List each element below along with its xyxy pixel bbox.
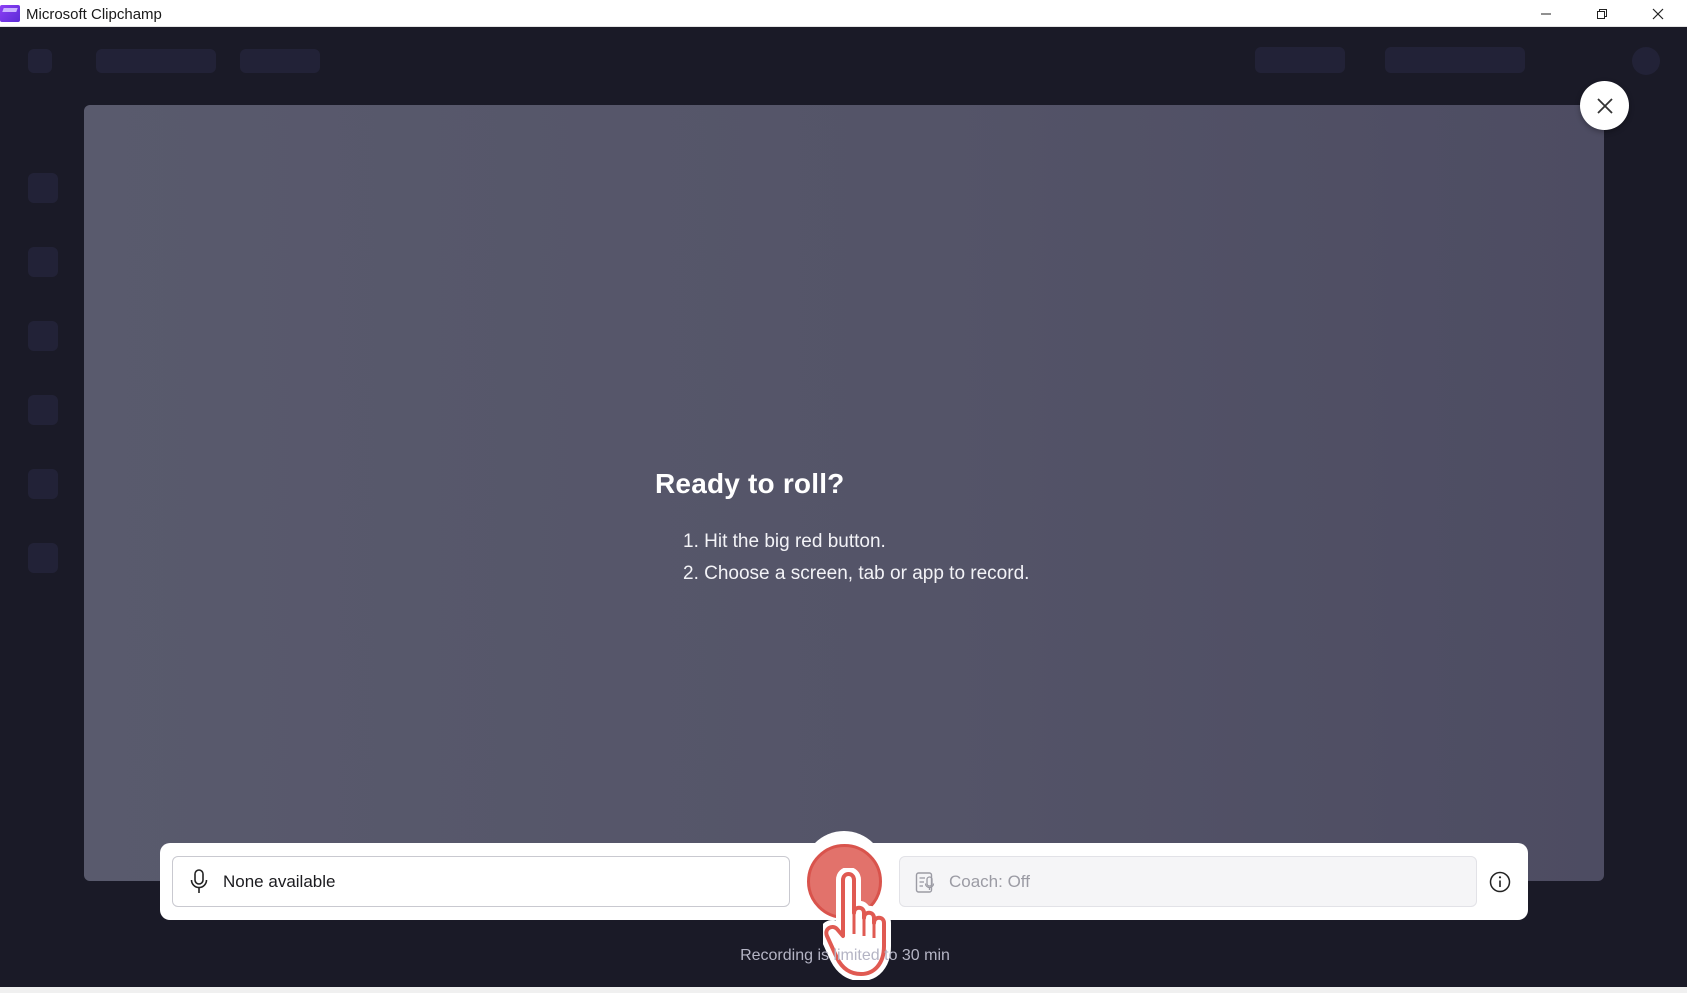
clipchamp-app-icon — [0, 5, 20, 22]
speaker-coach-icon — [914, 868, 938, 896]
ready-heading: Ready to roll? — [655, 468, 845, 499]
instruction-step: 1. Hit the big red button. — [683, 531, 886, 552]
microphone-select[interactable]: None available — [172, 856, 790, 907]
project-title-placeholder — [96, 49, 216, 73]
window-title: Microsoft Clipchamp — [26, 6, 162, 23]
avatar — [1632, 47, 1660, 75]
menu-icon — [28, 49, 52, 73]
close-recorder-button[interactable] — [1580, 81, 1629, 130]
restore-button[interactable] — [1574, 0, 1630, 27]
instruction-step: 2. Choose a screen, tab or app to record… — [683, 563, 1030, 584]
clipchamp-window: Microsoft Clipchamp Ready to roll? 1. Hi… — [0, 0, 1687, 993]
close-icon — [1652, 8, 1664, 19]
close-icon — [1596, 97, 1613, 114]
microphone-value: None available — [223, 871, 336, 891]
microphone-icon — [187, 868, 211, 896]
toolbar-placeholder — [240, 49, 320, 73]
sidebar-icon-placeholder — [28, 321, 58, 351]
sidebar-icon-placeholder — [28, 543, 58, 573]
instructions-panel: Ready to roll? 1. Hit the big red button… — [655, 468, 1029, 584]
speaker-coach-toggle[interactable]: Coach: Off — [899, 856, 1477, 907]
sidebar-icon-placeholder — [28, 247, 58, 277]
restore-icon — [1597, 8, 1607, 19]
sidebar-icon-placeholder — [28, 173, 58, 203]
upgrade-button-placeholder — [1255, 47, 1345, 73]
sidebar-icon-placeholder — [28, 395, 58, 425]
minimize-button[interactable] — [1518, 0, 1574, 27]
export-button-placeholder — [1385, 47, 1525, 73]
sidebar-icon-placeholder — [28, 469, 58, 499]
title-bar: Microsoft Clipchamp — [0, 0, 1687, 27]
speaker-coach-value: Coach: Off — [949, 871, 1030, 891]
recording-limit-note: Recording is limited to 30 min — [740, 947, 950, 964]
minimize-icon — [1541, 13, 1551, 14]
info-button[interactable] — [1487, 869, 1513, 895]
info-icon — [1489, 871, 1511, 893]
window-bottom-edge — [0, 987, 1687, 993]
window-close-button[interactable] — [1630, 0, 1686, 27]
instructions-list: 1. Hit the big red button. 2. Choose a s… — [683, 526, 1103, 590]
